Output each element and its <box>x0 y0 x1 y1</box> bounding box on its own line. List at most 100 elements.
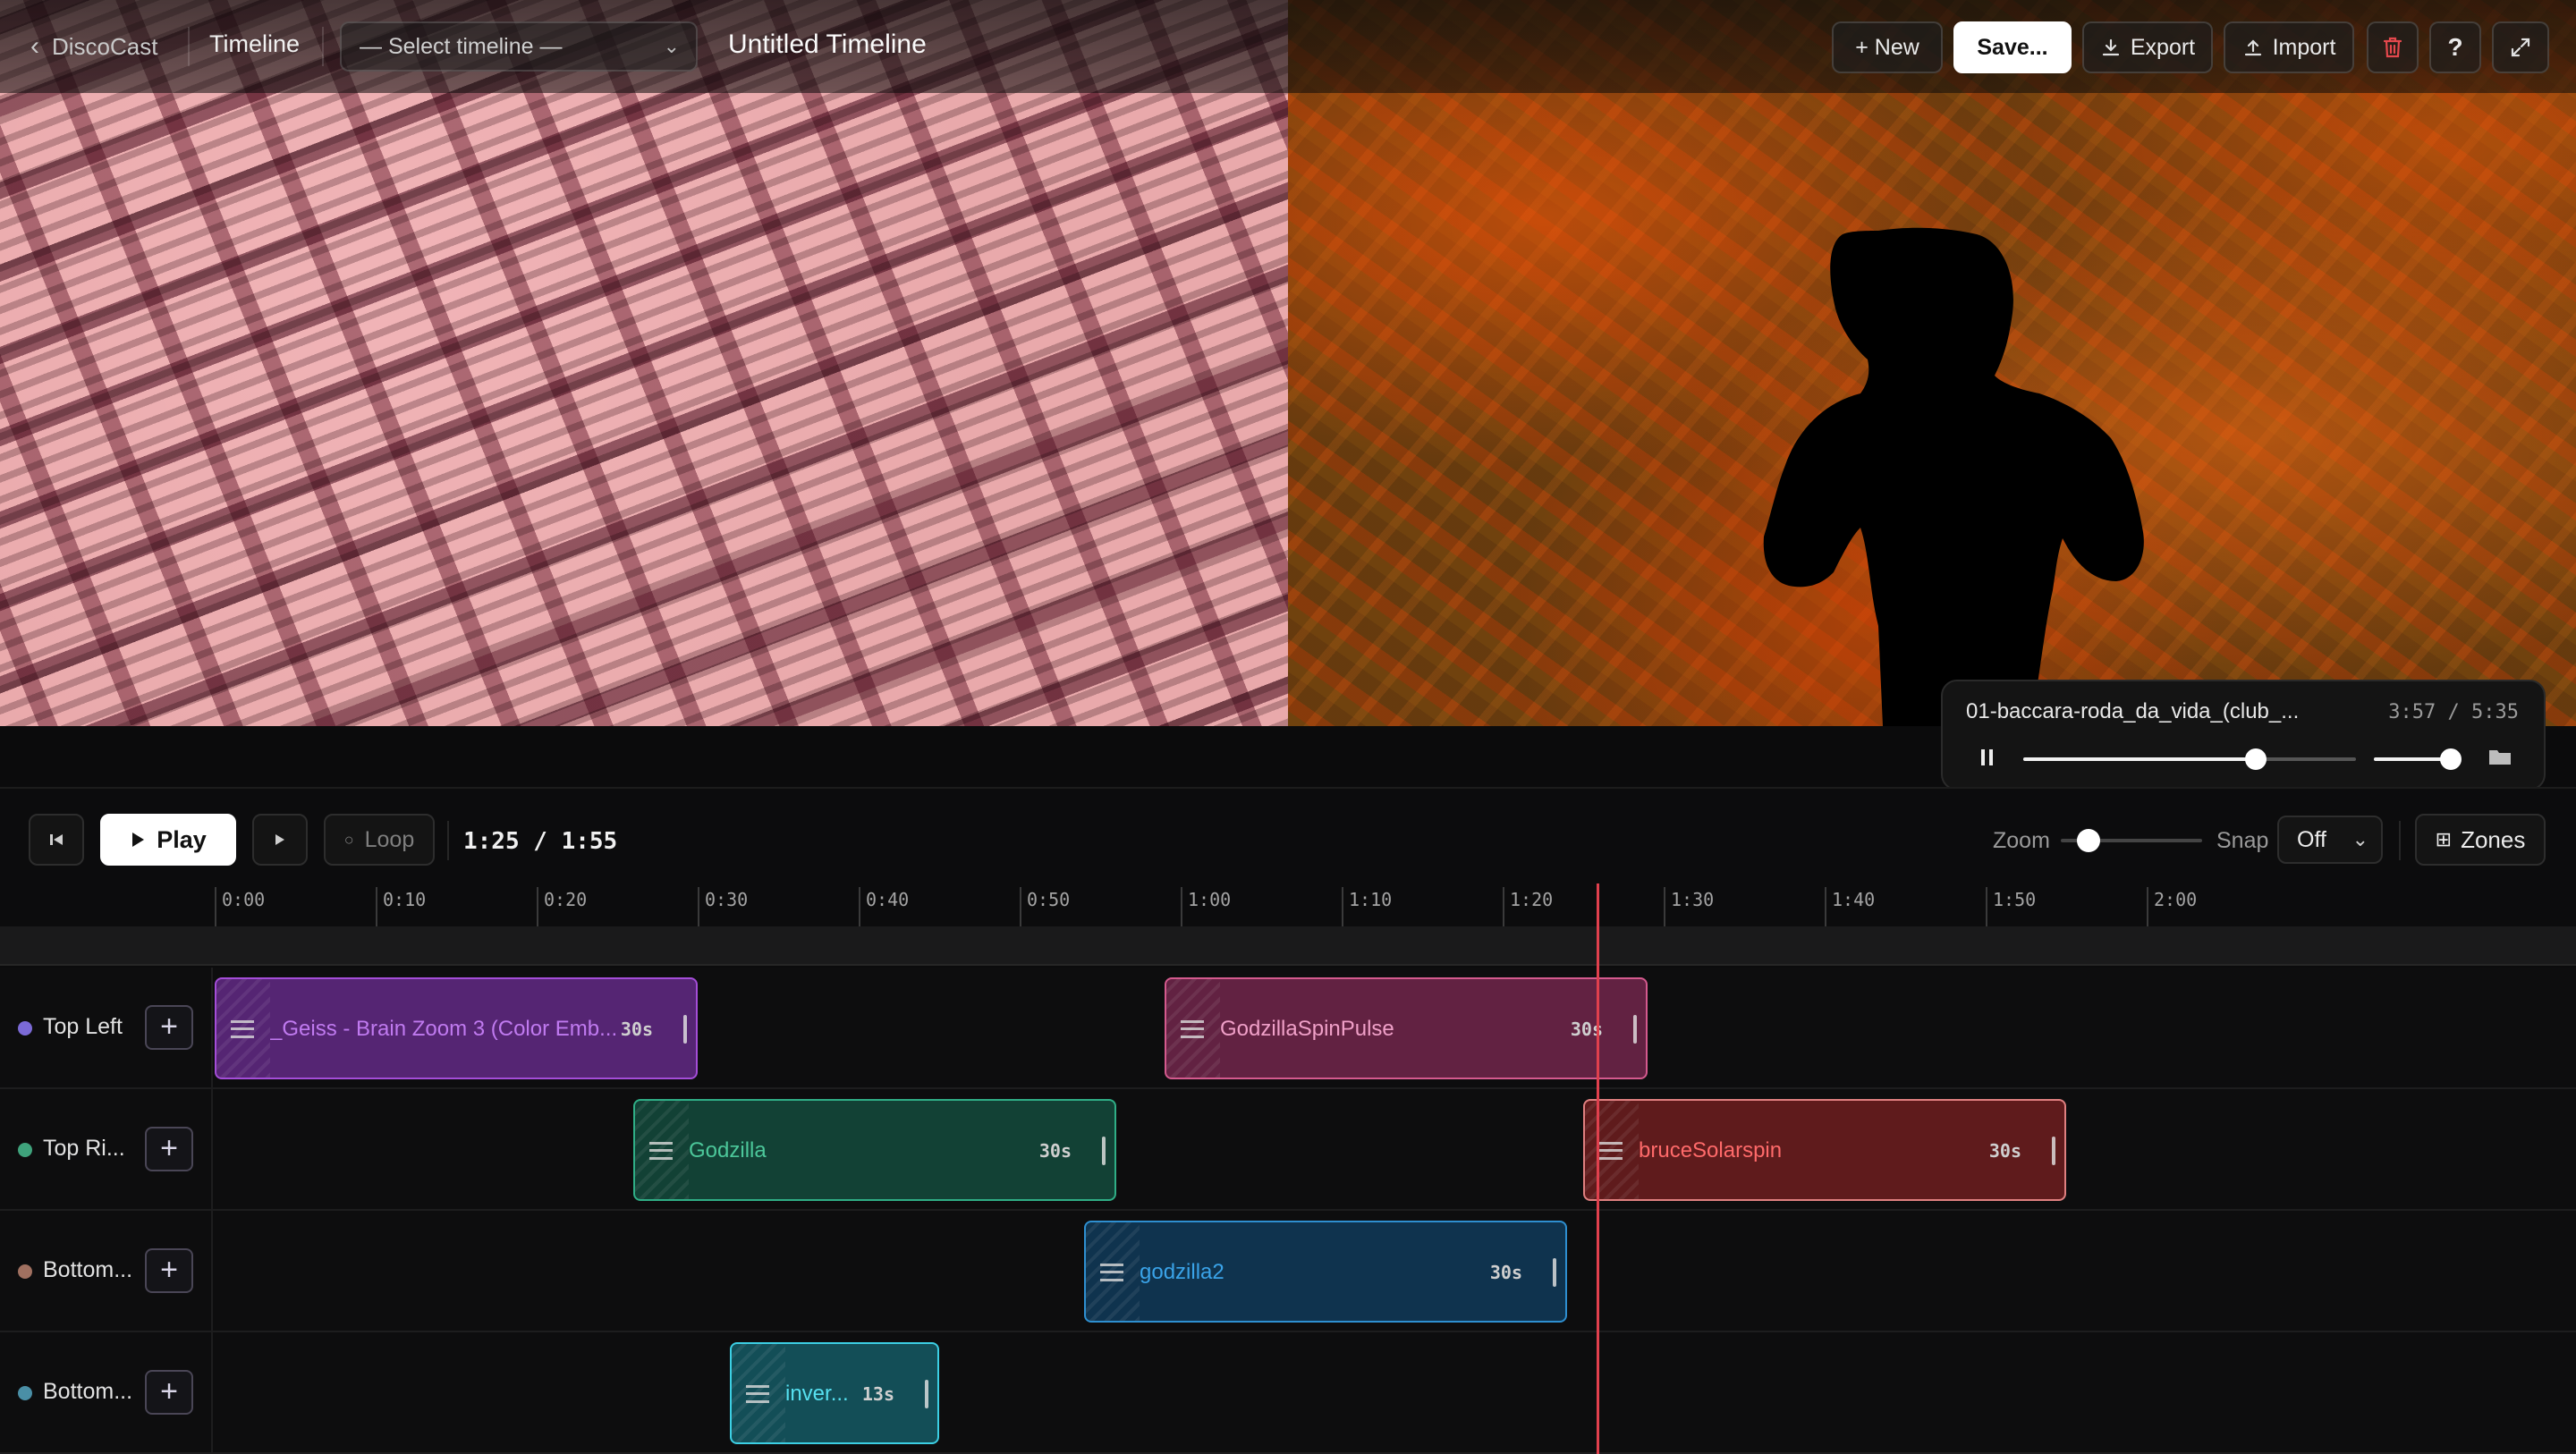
timeline-lane[interactable]: Bottom... + godzilla2 30s <box>0 1211 2576 1332</box>
import-button-label: Import <box>2272 34 2336 60</box>
lane-header: Bottom... + <box>0 1211 213 1332</box>
add-clip-button[interactable]: + <box>145 1005 193 1050</box>
volume-knob[interactable] <box>2439 748 2462 770</box>
import-button[interactable]: Import <box>2224 21 2354 73</box>
help-button[interactable]: ? <box>2429 21 2481 73</box>
audio-player: 01-baccara-roda_da_vida_(club_... 3:57 /… <box>1941 680 2546 790</box>
clip-name: inver... <box>785 1382 849 1406</box>
ruler-tick: 0:50 <box>1020 887 1070 926</box>
timeline-clip[interactable]: godzilla2 30s <box>1084 1221 1567 1323</box>
ruler-tick: 1:10 <box>1342 887 1392 926</box>
play-button[interactable]: Play <box>100 814 236 866</box>
clip-resize-handle[interactable] <box>1102 1137 1106 1165</box>
ruler-tick: 2:00 <box>2147 887 2197 926</box>
timeline-clip[interactable]: _Geiss - Brain Zoom 3 (Color Emb... 30s <box>215 977 698 1079</box>
zones-button-label: Zones <box>2461 825 2526 853</box>
zoom-label: Zoom <box>1993 828 2050 853</box>
zone-top-left-video <box>0 0 1288 726</box>
ruler-tick-label: 0:50 <box>1027 889 1071 910</box>
loop-label: Loop <box>364 826 415 852</box>
divider <box>322 27 324 66</box>
clip-resize-handle[interactable] <box>925 1380 928 1408</box>
clip-name: _Geiss - Brain Zoom 3 (Color Emb... <box>270 1017 618 1041</box>
snap-select[interactable]: Off ⌄ <box>2277 816 2383 864</box>
skip-back-button[interactable] <box>29 814 84 866</box>
save-button[interactable]: Save... <box>1953 21 2072 73</box>
ruler-tick-label: 0:10 <box>383 889 427 910</box>
clip-duration: 30s <box>1038 1140 1072 1162</box>
lane-color-dot <box>18 1386 32 1400</box>
drag-handle-icon[interactable] <box>1100 1264 1123 1281</box>
timeline-clip[interactable]: Godzilla 30s <box>633 1099 1116 1201</box>
pause-button[interactable] <box>1979 748 1996 773</box>
timeline-clip[interactable]: inver... 13s <box>730 1342 939 1444</box>
audio-time: 3:57 / 5:35 <box>2388 701 2519 723</box>
upload-icon <box>2244 39 2261 56</box>
folder-icon[interactable] <box>2488 748 2512 765</box>
zoom-slider-knob[interactable] <box>2076 829 2100 852</box>
drag-handle-icon[interactable] <box>1599 1142 1623 1160</box>
time-ruler[interactable]: 0:00 0:10 0:20 0:30 0:40 0:50 1:00 1:10 1:20 1:30… <box>0 887 2576 926</box>
timeline-clip[interactable]: GodzillaSpinPulse 30s <box>1165 977 1648 1079</box>
clip-duration: 13s <box>861 1383 894 1405</box>
step-forward-button[interactable] <box>252 814 308 866</box>
playhead[interactable] <box>1597 883 1599 1454</box>
lane-name: Top Left <box>43 1014 123 1039</box>
loop-circle-icon: ○ <box>343 830 354 849</box>
ruler-tick: 1:50 <box>1986 887 2036 926</box>
ruler-tick: 0:00 <box>215 887 265 926</box>
lane-name: Top Ri... <box>43 1136 125 1161</box>
timeline-title[interactable]: Untitled Timeline <box>728 30 927 60</box>
clip-resize-handle[interactable] <box>683 1015 687 1044</box>
back-label: DiscoCast <box>52 32 158 60</box>
export-button-label: Export <box>2130 34 2196 60</box>
ruler-tick-label: 1:40 <box>1832 889 1876 910</box>
ruler-scrub-strip[interactable] <box>0 926 2576 966</box>
pause-icon <box>1981 749 1993 765</box>
ruler-tick: 1:00 <box>1181 887 1231 926</box>
audio-progress-knob[interactable] <box>2245 748 2267 770</box>
back-link[interactable]: ‹ DiscoCast <box>30 30 157 63</box>
drag-handle-icon[interactable] <box>746 1385 769 1403</box>
timeline-select-value: — Select timeline — <box>360 33 563 59</box>
timeline-lane[interactable]: Top Ri... + Godzilla 30s bruceSolarspin 30s <box>0 1089 2576 1211</box>
timeline-lanes: Top Left + _Geiss - Brain Zoom 3 (Color Em… <box>0 968 2576 1454</box>
ruler-tick: 1:30 <box>1664 887 1714 926</box>
zones-button[interactable]: ⊞ Zones <box>2415 814 2546 866</box>
play-small-icon <box>275 834 284 845</box>
grid-icon: ⊞ <box>2435 828 2453 850</box>
clip-resize-handle[interactable] <box>1553 1258 1556 1287</box>
lane-name: Bottom... <box>43 1257 133 1282</box>
delete-button[interactable] <box>2367 21 2419 73</box>
export-button[interactable]: Export <box>2082 21 2213 73</box>
timeline-lane[interactable]: Bottom... + inver... 13s <box>0 1332 2576 1454</box>
add-clip-button[interactable]: + <box>145 1248 193 1293</box>
clip-resize-handle[interactable] <box>2052 1137 2055 1165</box>
new-button[interactable]: + New <box>1832 21 1943 73</box>
fullscreen-button[interactable] <box>2492 21 2549 73</box>
timeline-lane[interactable]: Top Left + _Geiss - Brain Zoom 3 (Color Em… <box>0 968 2576 1089</box>
audio-track-name: 01-baccara-roda_da_vida_(club_... <box>1966 699 2300 723</box>
ruler-tick-label: 0:00 <box>222 889 266 910</box>
chevron-down-icon: ⌄ <box>663 35 680 57</box>
drag-handle-icon[interactable] <box>231 1020 254 1038</box>
transport-bar: Play ○ Loop 1:25 / 1:55 Zoom Snap Off ⌄ … <box>0 787 2576 887</box>
chevron-down-icon: ⌄ <box>2351 828 2368 850</box>
loop-toggle[interactable]: ○ Loop <box>324 814 435 866</box>
ruler-tick-label: 1:30 <box>1671 889 1715 910</box>
timeline-clip[interactable]: bruceSolarspin 30s <box>1583 1099 2066 1201</box>
drag-handle-icon[interactable] <box>1181 1020 1204 1038</box>
add-clip-button[interactable]: + <box>145 1127 193 1171</box>
clip-name: GodzillaSpinPulse <box>1220 1017 1394 1041</box>
chevron-left-icon: ‹ <box>30 31 39 61</box>
drag-handle-icon[interactable] <box>649 1142 673 1160</box>
add-clip-button[interactable]: + <box>145 1370 193 1415</box>
clip-resize-handle[interactable] <box>1633 1015 1637 1044</box>
save-button-label: Save... <box>1977 34 2048 60</box>
ruler-tick: 1:20 <box>1503 887 1553 926</box>
timeline-select[interactable]: — Select timeline — ⌄ <box>340 21 698 72</box>
lane-header: Top Left + <box>0 968 213 1089</box>
preview-canvas <box>0 0 2576 726</box>
dancer-silhouette <box>1763 227 2144 726</box>
clip-duration: 30s <box>1988 1140 2021 1162</box>
